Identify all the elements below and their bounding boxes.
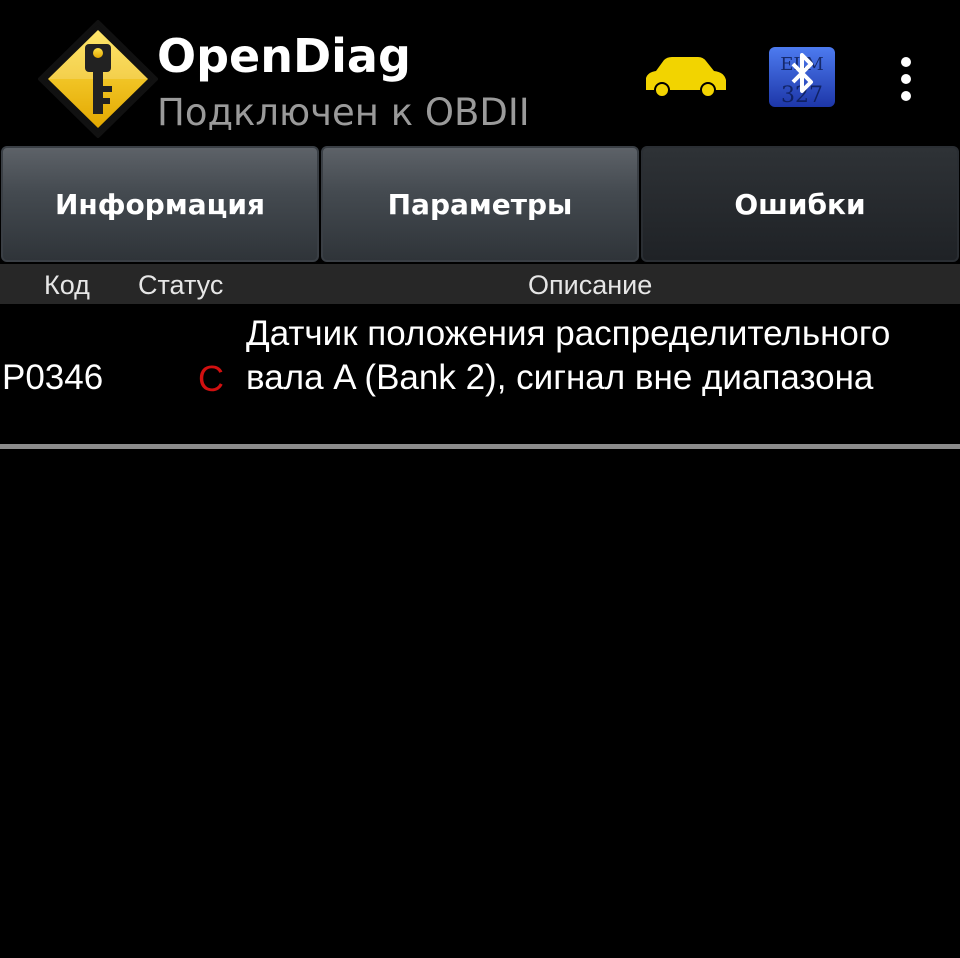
row-divider [0,444,960,449]
tab-bar: Информация Параметры Ошибки [0,146,960,264]
elm327-bluetooth-icon[interactable]: ELM 327 [768,46,836,108]
table-header: Код Статус Описание [0,264,960,304]
car-icon[interactable] [640,52,728,100]
connection-status: Подключен к OBDII [157,91,530,134]
key-warning-sign-icon [38,20,158,138]
app-title: OpenDiag [157,29,411,83]
overflow-menu-icon[interactable] [884,52,928,108]
column-header-description: Описание [528,270,653,300]
action-bar: OpenDiag Подключен к OBDII ELM 327 [0,0,960,145]
table-row[interactable]: P0346 C Датчик положения распределительн… [0,304,960,444]
error-description: Датчик положения распределительного вала… [246,314,891,397]
column-header-code: Код [44,270,90,300]
column-header-status: Статус [138,270,224,300]
error-status: C [198,358,224,399]
tab-information[interactable]: Информация [1,146,319,262]
tab-errors[interactable]: Ошибки [641,146,959,262]
error-code: P0346 [2,358,104,397]
tab-parameters[interactable]: Параметры [321,146,639,262]
